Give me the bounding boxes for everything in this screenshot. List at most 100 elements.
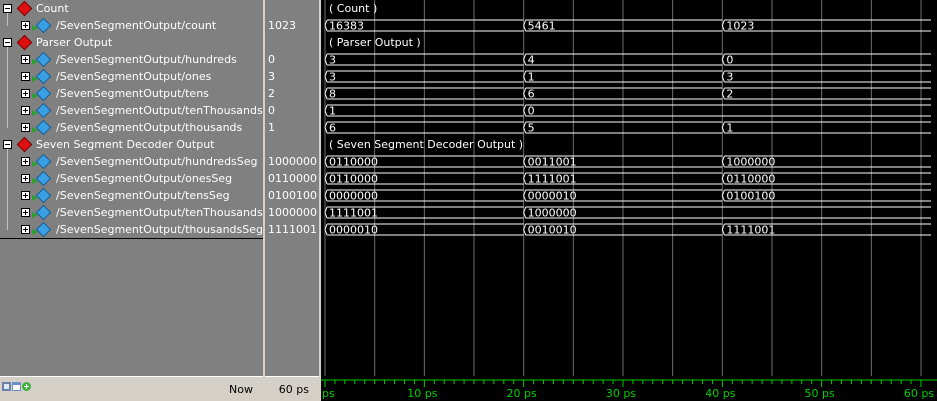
bus-value-label: 0 <box>528 105 535 118</box>
signal-row[interactable]: /SevenSegmentOutput/tens <box>0 85 263 102</box>
signal-value: 1 <box>265 119 319 136</box>
signal-value-text: 2 <box>268 87 275 100</box>
signal-name: /SevenSegmentOutput/onesSeg <box>56 172 233 185</box>
bus-value-label: 0000000 <box>329 190 378 203</box>
expand-toggle-icon[interactable] <box>21 55 30 64</box>
bus-value-label: 8 <box>329 88 336 101</box>
selected-row-underline <box>0 238 263 239</box>
bus-value-label: 3 <box>329 71 336 84</box>
bus-value-label: 3 <box>726 71 733 84</box>
window-icon[interactable] <box>12 382 21 391</box>
group-value-empty <box>265 34 319 51</box>
bus-segment <box>523 104 931 117</box>
add-icon[interactable] <box>22 382 31 391</box>
signal-value-text: 0100100 <box>268 189 317 202</box>
signal-row[interactable]: /SevenSegmentOutput/thousands <box>0 119 263 136</box>
expand-toggle-icon[interactable] <box>21 191 30 200</box>
collapse-toggle-icon[interactable] <box>3 38 12 47</box>
bus-value-label: 1 <box>528 71 535 84</box>
bus-value-label: 0110000 <box>329 156 378 169</box>
bus-diamond-icon <box>35 85 52 102</box>
bus-value-label: 1 <box>726 122 733 135</box>
bus-value-label: 0010010 <box>528 224 577 237</box>
expand-toggle-icon[interactable] <box>21 89 30 98</box>
signal-row[interactable]: /SevenSegmentOutput/tenThousands <box>0 102 263 119</box>
signal-row[interactable]: /SevenSegmentOutput/tensSeg <box>0 187 263 204</box>
group-wave-label: ( Seven Segment Decoder Output ) <box>329 138 523 151</box>
signal-names-pane[interactable]: Count/SevenSegmentOutput/count Parser Out… <box>0 0 263 376</box>
signal-name: /SevenSegmentOutput/tenThousands <box>56 104 263 117</box>
ruler-label: 30 ps <box>606 387 636 400</box>
bus-segment <box>523 206 931 219</box>
bus-value-label: 0 <box>726 54 733 67</box>
signal-value-text: 0 <box>268 104 275 117</box>
bus-segment <box>721 121 931 134</box>
now-label: Now <box>229 383 253 396</box>
expand-toggle-icon[interactable] <box>21 208 30 217</box>
expand-toggle-icon[interactable] <box>21 225 30 234</box>
signal-row[interactable]: /SevenSegmentOutput/count <box>0 17 263 34</box>
bus-value-label: 1 <box>329 105 336 118</box>
bus-value-label: 6 <box>528 88 535 101</box>
bus-value-label: 1023 <box>726 20 754 33</box>
signal-row[interactable]: /SevenSegmentOutput/hundredsSeg <box>0 153 263 170</box>
ruler-label: 40 ps <box>705 387 735 400</box>
collapse-toggle-icon[interactable] <box>3 140 12 149</box>
signal-value: 1000000 <box>265 153 319 170</box>
group-label: Count <box>36 2 69 15</box>
bus-diamond-icon <box>35 51 52 68</box>
signal-name: /SevenSegmentOutput/thousandsSeg <box>56 223 263 236</box>
timeline-ruler[interactable]: ps 10 ps 20 ps 30 ps 40 ps 50 ps 60 ps <box>321 376 937 401</box>
group-value-empty <box>265 0 319 17</box>
signal-name: /SevenSegmentOutput/hundredsSeg <box>56 155 258 168</box>
bus-diamond-icon <box>35 119 52 136</box>
ruler-label: 60 ps <box>904 387 934 400</box>
expand-toggle-icon[interactable] <box>21 123 30 132</box>
group-value-empty <box>265 136 319 153</box>
signal-values-pane[interactable]: 1023 0 3 2 0 1 1000000 0110000 0100100 1000000 111… <box>265 0 319 376</box>
collapse-toggle-icon[interactable] <box>3 4 12 13</box>
expand-toggle-icon[interactable] <box>21 21 30 30</box>
zoom-icon[interactable] <box>2 382 11 391</box>
ruler-label: 10 ps <box>407 387 437 400</box>
signal-value-text: 0110000 <box>268 172 317 185</box>
bus-value-label: 0100100 <box>726 190 775 203</box>
bus-diamond-icon <box>35 102 52 119</box>
signal-row[interactable]: /SevenSegmentOutput/onesSeg <box>0 170 263 187</box>
signal-name: /SevenSegmentOutput/count <box>56 19 217 32</box>
bus-value-label: 0110000 <box>726 173 775 186</box>
signal-row[interactable]: /SevenSegmentOutput/ones <box>0 68 263 85</box>
signal-group[interactable]: Count <box>0 0 263 17</box>
signal-name: /SevenSegmentOutput/tensSeg <box>56 189 230 202</box>
bus-segment <box>721 53 931 66</box>
signal-group[interactable]: Seven Segment Decoder Output <box>0 136 263 153</box>
bus-diamond-icon <box>35 221 52 238</box>
bus-value-label: 1111001 <box>726 224 775 237</box>
bus-value-label: 6 <box>329 122 336 135</box>
bus-diamond-icon <box>35 68 52 85</box>
expand-toggle-icon[interactable] <box>21 157 30 166</box>
bus-value-label: 16383 <box>329 20 364 33</box>
bus-value-label: 3 <box>329 54 336 67</box>
bus-value-label: 0110000 <box>329 173 378 186</box>
bus-value-label: 0000010 <box>329 224 378 237</box>
bus-segment <box>721 70 931 83</box>
bus-value-label: 1111001 <box>329 207 378 220</box>
signal-row[interactable]: /SevenSegmentOutput/hundreds <box>0 51 263 68</box>
signal-name: /SevenSegmentOutput/tens <box>56 87 209 100</box>
bus-value-label: 1111001 <box>528 173 577 186</box>
expand-toggle-icon[interactable] <box>21 174 30 183</box>
now-value-bar: 60 ps <box>265 376 319 401</box>
signal-row[interactable]: /SevenSegmentOutput/thousandsSeg <box>0 221 263 238</box>
waveform-canvas[interactable]: ( Count )16383 5461 1023( Parser Output )3… <box>321 0 937 376</box>
signal-group[interactable]: Parser Output <box>0 34 263 51</box>
signal-value-text: 1000000 <box>268 155 317 168</box>
bus-diamond-icon <box>35 17 52 34</box>
waveform-pane[interactable]: ( Count ) 16383 5461 1023( Parser Output ) 3… <box>321 0 937 376</box>
expand-toggle-icon[interactable] <box>21 106 30 115</box>
expand-toggle-icon[interactable] <box>21 72 30 81</box>
timeline-bar[interactable]: ps 10 ps 20 ps 30 ps 40 ps 50 ps 60 ps <box>321 376 937 401</box>
signal-row[interactable]: /SevenSegmentOutput/tenThousandsSeg <box>0 204 263 221</box>
bus-diamond-icon <box>35 204 52 221</box>
signal-value-text: 1 <box>268 121 275 134</box>
